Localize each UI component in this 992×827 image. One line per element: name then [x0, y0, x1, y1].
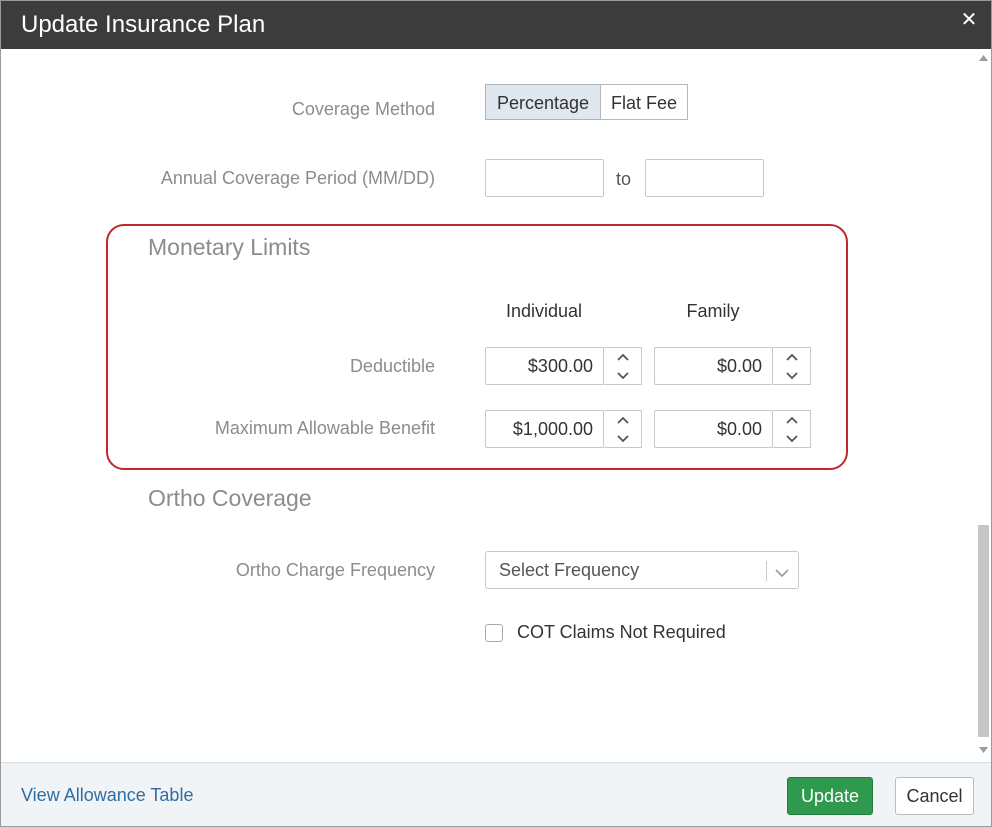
increment-icon[interactable]	[773, 411, 810, 429]
decrement-icon[interactable]	[604, 366, 641, 384]
deductible-label: Deductible	[201, 355, 435, 377]
coverage-period-label: Annual Coverage Period (MM/DD)	[121, 167, 435, 189]
scroll-down-arrow-icon[interactable]	[979, 747, 988, 753]
deductible-family-stepper	[773, 347, 811, 385]
deductible-family-input[interactable]	[654, 347, 773, 385]
monetary-limits-title: Monetary Limits	[148, 233, 310, 261]
increment-icon[interactable]	[773, 348, 810, 366]
cot-claims-label: COT Claims Not Required	[517, 621, 726, 643]
deductible-individual-input[interactable]	[485, 347, 604, 385]
close-icon[interactable]: ✕	[959, 9, 979, 31]
coverage-method-percentage-button[interactable]: Percentage	[485, 84, 601, 120]
coverage-method-flat-fee-button[interactable]: Flat Fee	[600, 84, 688, 120]
decrement-icon[interactable]	[604, 429, 641, 447]
column-header-family: Family	[654, 300, 772, 322]
ortho-frequency-select[interactable]: Select Frequency	[485, 551, 799, 589]
ortho-frequency-label: Ortho Charge Frequency	[181, 559, 435, 581]
coverage-period-end-input[interactable]	[645, 159, 764, 197]
max-benefit-individual-input[interactable]	[485, 410, 604, 448]
coverage-period-start-input[interactable]	[485, 159, 604, 197]
max-benefit-individual-stepper	[604, 410, 642, 448]
coverage-period-separator: to	[616, 168, 631, 190]
column-header-individual: Individual	[485, 300, 603, 322]
ortho-coverage-title: Ortho Coverage	[148, 484, 312, 512]
dialog-footer: View Allowance Table Update Cancel	[1, 762, 991, 827]
scroll-up-arrow-icon[interactable]	[979, 55, 988, 61]
ortho-frequency-placeholder: Select Frequency	[499, 560, 639, 581]
dialog-body: Coverage Method Percentage Flat Fee Annu…	[1, 49, 991, 762]
cancel-button[interactable]: Cancel	[895, 777, 974, 815]
update-insurance-plan-dialog: Update Insurance Plan ✕ Coverage Method …	[0, 0, 992, 827]
max-benefit-family-input[interactable]	[654, 410, 773, 448]
max-benefit-family-stepper	[773, 410, 811, 448]
dialog-titlebar: Update Insurance Plan ✕	[1, 1, 991, 49]
select-divider	[766, 561, 767, 581]
decrement-icon[interactable]	[773, 429, 810, 447]
decrement-icon[interactable]	[773, 366, 810, 384]
max-benefit-label: Maximum Allowable Benefit	[151, 417, 435, 439]
vertical-scrollbar[interactable]	[976, 49, 991, 762]
increment-icon[interactable]	[604, 411, 641, 429]
cot-claims-checkbox[interactable]	[485, 624, 503, 642]
deductible-individual-stepper	[604, 347, 642, 385]
update-button[interactable]: Update	[787, 777, 873, 815]
coverage-method-label: Coverage Method	[161, 98, 435, 120]
dialog-title: Update Insurance Plan	[21, 11, 265, 39]
view-allowance-table-link[interactable]: View Allowance Table	[21, 785, 193, 806]
chevron-down-icon	[774, 565, 790, 583]
increment-icon[interactable]	[604, 348, 641, 366]
scrollbar-thumb[interactable]	[978, 525, 989, 737]
